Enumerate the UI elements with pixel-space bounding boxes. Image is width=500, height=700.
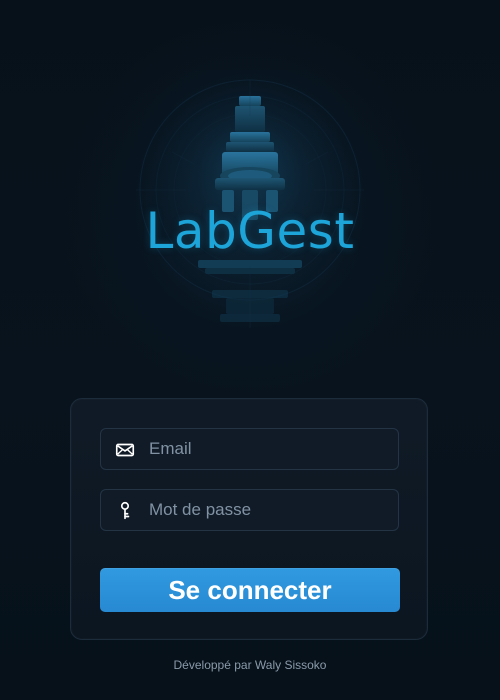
login-page: LabGest Se connecter Développé par Waly … [0, 0, 500, 700]
password-field-container [100, 489, 399, 531]
login-card: Se connecter [70, 398, 428, 640]
password-input[interactable] [149, 490, 384, 530]
email-field-container [100, 428, 399, 470]
login-button[interactable]: Se connecter [100, 568, 400, 612]
footer-credit: Développé par Waly Sissoko [173, 658, 327, 672]
brand-logo: LabGest [90, 70, 410, 360]
key-icon [120, 501, 130, 520]
envelope-icon [115, 443, 135, 457]
brand-title: LabGest [145, 202, 355, 260]
email-input[interactable] [149, 429, 384, 469]
